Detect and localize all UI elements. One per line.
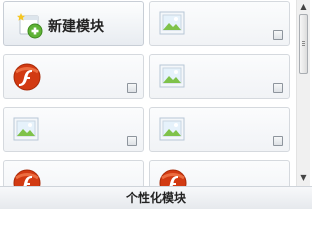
image-icon xyxy=(159,117,185,141)
module-tile[interactable] xyxy=(3,160,144,186)
new-module-button[interactable]: 新建模块 xyxy=(3,1,144,46)
tile-checkbox[interactable] xyxy=(127,83,137,93)
module-tile[interactable] xyxy=(149,54,290,99)
flash-icon xyxy=(13,169,41,186)
scroll-down-arrow-icon[interactable]: ▼ xyxy=(297,172,310,184)
tile-checkbox[interactable] xyxy=(273,30,283,40)
tile-checkbox[interactable] xyxy=(273,83,283,93)
flash-icon xyxy=(13,63,41,91)
module-tile[interactable] xyxy=(3,107,144,152)
flash-icon xyxy=(159,169,187,186)
scrollbar-thumb[interactable] xyxy=(299,14,308,74)
module-tile[interactable] xyxy=(149,107,290,152)
module-grid: 新建模块 xyxy=(0,0,294,186)
add-module-icon xyxy=(17,13,43,39)
module-tile[interactable] xyxy=(149,160,290,186)
image-icon xyxy=(159,64,185,88)
new-module-label: 新建模块 xyxy=(48,19,104,35)
grip-line xyxy=(302,45,305,46)
panel-footer: 个性化模块 xyxy=(0,186,312,209)
scroll-up-arrow-icon[interactable]: ▲ xyxy=(297,1,310,13)
vertical-scrollbar[interactable]: ▲ ▼ xyxy=(296,0,310,186)
module-tile[interactable] xyxy=(3,54,144,99)
tile-checkbox[interactable] xyxy=(127,136,137,146)
tile-checkbox[interactable] xyxy=(273,136,283,146)
module-tile[interactable] xyxy=(149,1,290,46)
grip-line xyxy=(302,43,305,44)
grip-line xyxy=(302,41,305,42)
image-icon xyxy=(13,117,39,141)
module-panel: 新建模块 ▲ ▼ 个性化模块 xyxy=(0,0,312,209)
image-icon xyxy=(159,11,185,35)
footer-title: 个性化模块 xyxy=(125,191,186,205)
